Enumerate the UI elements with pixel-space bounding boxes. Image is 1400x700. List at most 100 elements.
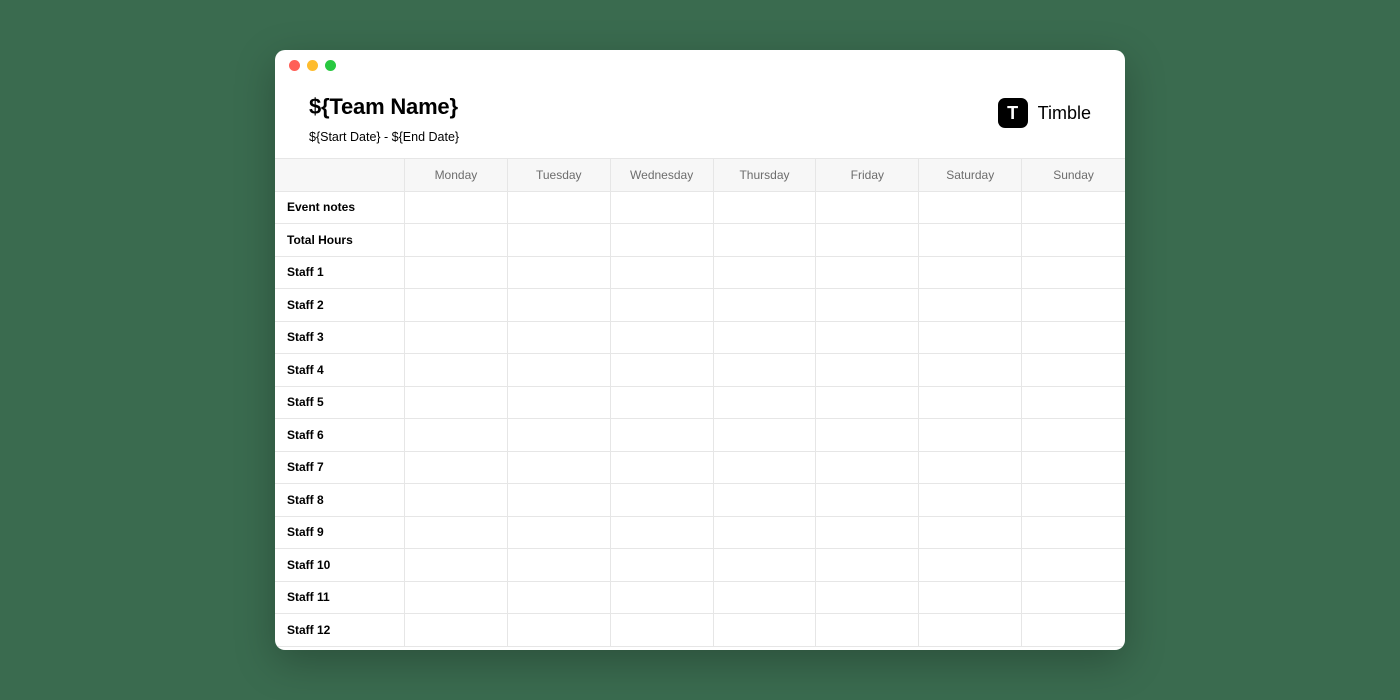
table-cell[interactable] bbox=[1022, 224, 1125, 257]
table-cell[interactable] bbox=[508, 452, 611, 485]
table-cell[interactable] bbox=[816, 549, 919, 582]
table-cell[interactable] bbox=[816, 517, 919, 550]
table-cell[interactable] bbox=[611, 289, 714, 322]
table-cell[interactable] bbox=[405, 192, 508, 225]
table-cell[interactable] bbox=[405, 322, 508, 355]
table-cell[interactable] bbox=[611, 354, 714, 387]
table-cell[interactable] bbox=[508, 582, 611, 615]
table-cell[interactable] bbox=[508, 387, 611, 420]
table-cell[interactable] bbox=[919, 419, 1022, 452]
table-cell[interactable] bbox=[1022, 614, 1125, 647]
table-cell[interactable] bbox=[714, 484, 817, 517]
table-cell[interactable] bbox=[611, 549, 714, 582]
table-cell[interactable] bbox=[1022, 289, 1125, 322]
table-cell[interactable] bbox=[405, 354, 508, 387]
table-cell[interactable] bbox=[508, 322, 611, 355]
table-cell[interactable] bbox=[405, 387, 508, 420]
table-cell[interactable] bbox=[1022, 549, 1125, 582]
table-cell[interactable] bbox=[611, 322, 714, 355]
table-cell[interactable] bbox=[405, 517, 508, 550]
table-cell[interactable] bbox=[816, 224, 919, 257]
table-cell[interactable] bbox=[919, 322, 1022, 355]
table-cell[interactable] bbox=[405, 257, 508, 290]
table-cell[interactable] bbox=[508, 354, 611, 387]
table-cell[interactable] bbox=[611, 387, 714, 420]
table-cell[interactable] bbox=[919, 257, 1022, 290]
table-cell[interactable] bbox=[816, 484, 919, 517]
table-cell[interactable] bbox=[714, 257, 817, 290]
table-cell[interactable] bbox=[919, 614, 1022, 647]
table-cell[interactable] bbox=[714, 517, 817, 550]
table-cell[interactable] bbox=[816, 257, 919, 290]
table-cell[interactable] bbox=[816, 192, 919, 225]
table-cell[interactable] bbox=[919, 549, 1022, 582]
table-cell[interactable] bbox=[611, 224, 714, 257]
table-cell[interactable] bbox=[405, 419, 508, 452]
table-cell[interactable] bbox=[816, 322, 919, 355]
table-cell[interactable] bbox=[714, 387, 817, 420]
table-cell[interactable] bbox=[508, 257, 611, 290]
table-cell[interactable] bbox=[714, 224, 817, 257]
table-cell[interactable] bbox=[1022, 322, 1125, 355]
table-cell[interactable] bbox=[508, 224, 611, 257]
table-cell[interactable] bbox=[919, 582, 1022, 615]
table-cell[interactable] bbox=[508, 192, 611, 225]
table-cell[interactable] bbox=[611, 192, 714, 225]
table-cell[interactable] bbox=[919, 452, 1022, 485]
table-cell[interactable] bbox=[919, 224, 1022, 257]
table-cell[interactable] bbox=[714, 549, 817, 582]
table-cell[interactable] bbox=[1022, 517, 1125, 550]
table-cell[interactable] bbox=[1022, 484, 1125, 517]
table-cell[interactable] bbox=[405, 582, 508, 615]
table-cell[interactable] bbox=[1022, 582, 1125, 615]
table-cell[interactable] bbox=[508, 549, 611, 582]
table-cell[interactable] bbox=[714, 192, 817, 225]
table-cell[interactable] bbox=[1022, 257, 1125, 290]
minimize-icon[interactable] bbox=[307, 60, 318, 71]
table-cell[interactable] bbox=[405, 484, 508, 517]
table-cell[interactable] bbox=[405, 224, 508, 257]
table-cell[interactable] bbox=[508, 289, 611, 322]
table-cell[interactable] bbox=[714, 419, 817, 452]
table-cell[interactable] bbox=[714, 452, 817, 485]
table-cell[interactable] bbox=[919, 192, 1022, 225]
table-cell[interactable] bbox=[714, 614, 817, 647]
table-cell[interactable] bbox=[919, 484, 1022, 517]
table-cell[interactable] bbox=[405, 452, 508, 485]
table-cell[interactable] bbox=[611, 452, 714, 485]
table-cell[interactable] bbox=[1022, 419, 1125, 452]
table-cell[interactable] bbox=[816, 289, 919, 322]
table-cell[interactable] bbox=[816, 452, 919, 485]
table-cell[interactable] bbox=[1022, 387, 1125, 420]
table-cell[interactable] bbox=[1022, 452, 1125, 485]
table-cell[interactable] bbox=[405, 289, 508, 322]
table-cell[interactable] bbox=[611, 582, 714, 615]
table-cell[interactable] bbox=[611, 517, 714, 550]
table-cell[interactable] bbox=[816, 387, 919, 420]
table-cell[interactable] bbox=[816, 614, 919, 647]
table-cell[interactable] bbox=[919, 354, 1022, 387]
table-cell[interactable] bbox=[816, 419, 919, 452]
table-cell[interactable] bbox=[1022, 192, 1125, 225]
table-cell[interactable] bbox=[508, 484, 611, 517]
table-cell[interactable] bbox=[919, 387, 1022, 420]
table-cell[interactable] bbox=[919, 289, 1022, 322]
table-cell[interactable] bbox=[1022, 354, 1125, 387]
table-cell[interactable] bbox=[508, 517, 611, 550]
table-cell[interactable] bbox=[816, 354, 919, 387]
table-cell[interactable] bbox=[714, 289, 817, 322]
table-cell[interactable] bbox=[816, 582, 919, 615]
table-cell[interactable] bbox=[405, 549, 508, 582]
table-cell[interactable] bbox=[611, 419, 714, 452]
close-icon[interactable] bbox=[289, 60, 300, 71]
table-cell[interactable] bbox=[714, 322, 817, 355]
table-cell[interactable] bbox=[508, 614, 611, 647]
table-cell[interactable] bbox=[405, 614, 508, 647]
table-cell[interactable] bbox=[714, 582, 817, 615]
table-cell[interactable] bbox=[919, 517, 1022, 550]
table-cell[interactable] bbox=[508, 419, 611, 452]
table-cell[interactable] bbox=[611, 614, 714, 647]
zoom-icon[interactable] bbox=[325, 60, 336, 71]
table-cell[interactable] bbox=[611, 257, 714, 290]
table-cell[interactable] bbox=[611, 484, 714, 517]
